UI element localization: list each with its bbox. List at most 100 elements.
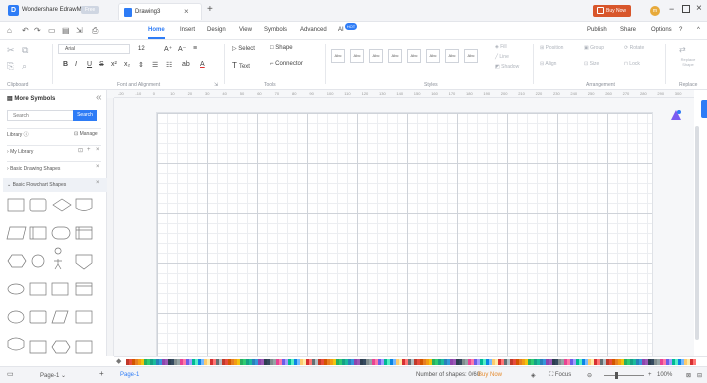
shape-tool[interactable]: □ Shape [270,45,293,51]
print-icon[interactable]: ⎙ [92,26,98,36]
layers-icon[interactable]: ◈ [531,372,536,379]
ellipse-shape[interactable] [7,310,25,324]
add-icon[interactable]: + [87,147,91,153]
document-shape[interactable] [75,198,93,211]
font-dialog-icon[interactable]: ⇲ [214,82,218,88]
text-tool[interactable]: T Text [232,61,250,70]
style-swatch[interactable]: Abc [388,49,402,63]
menu-design[interactable]: Design [207,27,226,33]
focus-button[interactable]: ⛶ Focus [549,372,571,379]
preparation-shape[interactable] [7,254,27,268]
style-swatch[interactable]: Abc [369,49,383,63]
options-button[interactable]: Options [651,27,672,33]
menu-home[interactable]: Home [148,27,165,33]
actor-shape[interactable] [54,247,62,270]
avatar[interactable]: m [650,6,660,16]
subscript-icon[interactable]: x₂ [124,61,130,68]
fit-page-icon[interactable]: ⊠ [686,372,691,379]
symbol-search-input[interactable] [7,110,73,121]
zoom-level[interactable]: 100% [657,372,672,378]
style-swatch[interactable]: Abc [407,49,421,63]
increase-font-icon[interactable]: A⁺ [164,45,172,53]
lock-button[interactable]: ⊓ Lock [624,61,640,67]
underline-button[interactable]: U [87,61,92,68]
decrease-font-icon[interactable]: A⁻ [178,45,186,53]
color-swatch[interactable] [693,359,696,365]
status-buy-now-link[interactable]: Buy Now [478,372,502,378]
zoom-slider[interactable] [604,375,644,376]
publish-button[interactable]: Publish [587,27,607,33]
predefined-process-shape[interactable] [29,226,47,240]
font-size-select[interactable]: 12 [138,44,158,54]
shadow-button[interactable]: ◩ Shadow [495,64,519,70]
size-button[interactable]: ⊡ Size [584,61,599,67]
copy-icon[interactable]: ⧉ [22,45,28,56]
manual-input-shape[interactable] [51,310,69,324]
maximize-button[interactable] [682,5,690,13]
collapse-ribbon-icon[interactable]: ^ [697,27,700,33]
internal-storage-shape[interactable] [75,226,93,240]
list-icon[interactable]: ☰ [152,61,158,69]
add-page-button[interactable]: + [99,369,104,378]
buy-now-button[interactable]: Buy Now [593,5,631,17]
minimize-button[interactable]: − [669,4,674,14]
fill-button[interactable]: ◈ Fill [495,44,507,50]
loop-limit-shape[interactable] [29,340,47,354]
connector-tool[interactable]: ⌐ Connector [270,61,303,67]
merge-shape[interactable] [75,340,93,354]
style-swatch[interactable]: Abc [464,49,478,63]
style-swatch[interactable]: Abc [350,49,364,63]
undo-icon[interactable]: ↶ [22,26,29,35]
import-icon[interactable]: ⊡ [78,147,83,154]
canvas-area[interactable] [114,98,694,368]
rectangle-shape[interactable] [51,282,69,296]
position-button[interactable]: ⊞ Position [540,45,563,51]
alternate-process-shape[interactable] [29,198,47,212]
connector-shape[interactable] [31,254,45,268]
my-library-item[interactable]: › My Library [7,149,33,155]
decision-shape[interactable] [52,198,72,212]
right-panel-toggle[interactable] [701,100,707,118]
card-shape[interactable] [75,282,93,296]
close-icon[interactable]: × [96,180,100,186]
box-shape[interactable] [29,282,47,296]
vertical-scrollbar[interactable] [695,126,699,340]
share-button[interactable]: Share [620,27,636,33]
zoom-in-button[interactable]: + [648,372,652,378]
paste-icon[interactable]: ⎘ [7,61,14,72]
close-icon[interactable]: × [96,147,100,153]
home-icon[interactable]: ⌂ [7,26,12,35]
redo-icon[interactable]: ↷ [34,26,41,35]
group-button[interactable]: ▣ Group [584,45,604,51]
numbered-list-icon[interactable]: ☷ [166,61,172,69]
page-tab[interactable]: Page-1 [120,372,139,378]
basic-drawing-item[interactable]: › Basic Drawing Shapes [7,166,60,172]
page-view-icon[interactable]: ▭ [7,370,14,378]
menu-ai[interactable]: AI [338,27,344,33]
offpage-connector-shape[interactable] [75,254,93,270]
help-icon[interactable]: ? [679,27,682,33]
select-tool[interactable]: ▷ Select [232,45,255,52]
line-button[interactable]: ╱ Line [495,54,509,60]
menu-symbols[interactable]: Symbols [264,27,287,33]
zoom-out-button[interactable]: ⊖ [587,372,592,379]
close-window-button[interactable]: × [696,3,702,14]
process-shape[interactable] [7,198,25,212]
stored-data-shape[interactable] [7,337,25,351]
basic-flowchart-item[interactable]: ⌄ Basic Flowchart Shapes [7,182,66,188]
style-swatch[interactable]: Abc [426,49,440,63]
menu-insert[interactable]: Insert [180,27,195,33]
cut-icon[interactable]: ✂ [7,45,15,56]
manage-button[interactable]: ⊡ Manage [74,131,98,137]
document-tab[interactable]: Drawing3 × [118,3,202,20]
highlight-icon[interactable]: ab [182,61,190,68]
style-swatch[interactable]: Abc [445,49,459,63]
square-shape[interactable] [29,310,47,324]
new-file-icon[interactable]: ▭ [48,26,56,35]
italic-button[interactable]: I [75,61,77,68]
replace-shape-icon[interactable]: ⇄ [679,45,686,54]
export-icon[interactable]: ⇲ [76,26,83,35]
close-icon[interactable]: × [96,164,100,170]
font-color-button[interactable]: A [200,61,205,68]
terminator-shape[interactable] [51,226,71,240]
